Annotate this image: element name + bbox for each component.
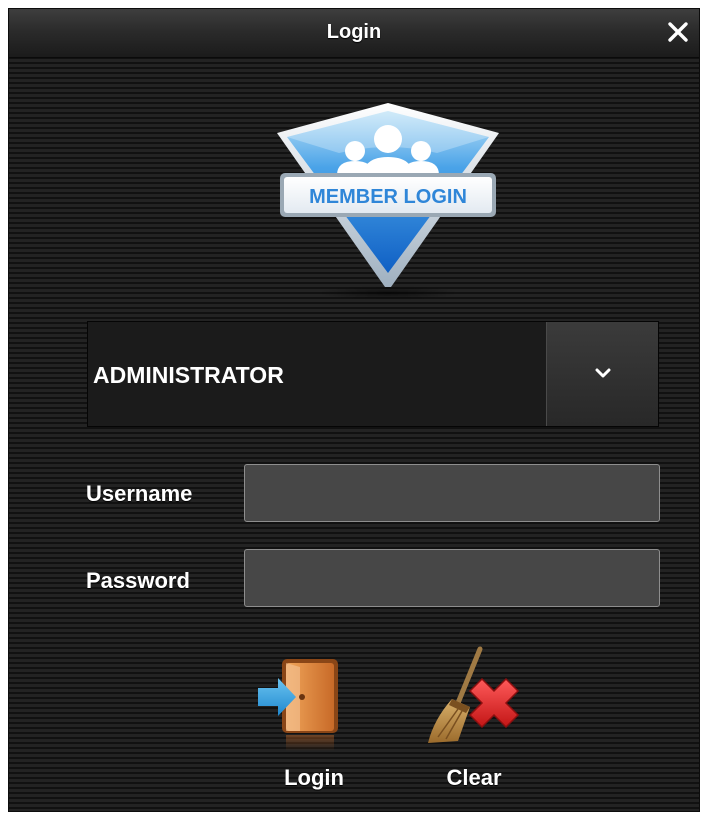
close-button[interactable] — [663, 17, 693, 47]
door-enter-icon — [258, 659, 338, 751]
close-icon — [668, 22, 688, 42]
username-label: Username — [86, 481, 193, 506]
member-login-logo: MEMBER LOGIN — [267, 101, 509, 301]
login-window: Login MEMBER LOGIN ADMINISTRATOR Usernam… — [8, 8, 700, 812]
password-label: Password — [86, 568, 190, 593]
role-select[interactable]: ADMINISTRATOR — [87, 321, 659, 427]
broom-clear-icon — [428, 646, 520, 743]
title-bar: Login — [9, 9, 699, 58]
role-select-dropdown-button[interactable] — [546, 322, 658, 426]
username-input[interactable] — [244, 464, 660, 522]
chevron-down-icon — [595, 368, 611, 378]
window-title: Login — [326, 21, 382, 43]
clear-button[interactable]: Clear — [414, 645, 534, 795]
login-button[interactable]: Login — [254, 645, 374, 795]
password-input[interactable] — [244, 549, 660, 607]
clear-label: Clear — [446, 765, 502, 790]
logo-text: MEMBER LOGIN — [309, 186, 467, 208]
role-select-value: ADMINISTRATOR — [93, 362, 284, 388]
login-label: Login — [284, 765, 344, 790]
